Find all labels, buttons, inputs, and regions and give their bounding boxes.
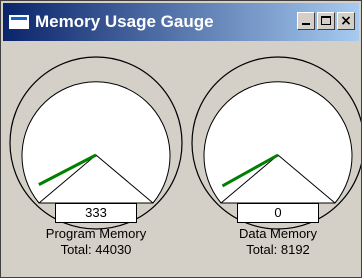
app-window-icon (9, 15, 29, 29)
data-memory-value: 0 (237, 203, 319, 223)
window-controls: × (295, 12, 355, 30)
minimize-button[interactable] (297, 12, 315, 30)
program-memory-label: Program Memory (45, 226, 147, 241)
program-memory-total: Total: 44030 (60, 242, 132, 257)
close-button[interactable]: × (337, 12, 355, 30)
memory-usage-gauge-window: Memory Usage Gauge × 333 Program Memory … (0, 0, 362, 278)
window-title: Memory Usage Gauge (35, 12, 214, 31)
data-memory-label: Data Memory (238, 226, 318, 241)
maximize-button[interactable] (317, 12, 335, 30)
title-bar[interactable]: Memory Usage Gauge × (3, 3, 359, 41)
gauge-panel: 333 Program Memory Total: 44030 0 Data M… (3, 43, 361, 275)
program-memory-value: 333 (55, 203, 137, 223)
gauge-dial-face (21, 81, 171, 204)
data-memory-total: Total: 8192 (246, 242, 310, 257)
